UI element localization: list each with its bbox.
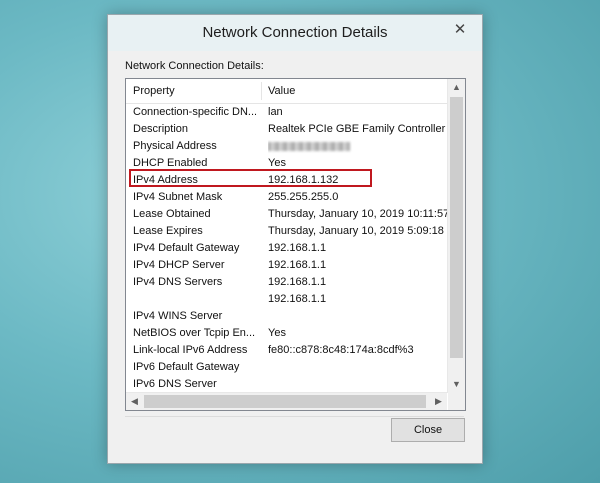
table-row[interactable]: Connection-specific DN... lan [126,104,447,121]
table-row[interactable]: Physical Address [126,138,447,155]
network-connection-details-dialog: Network Connection Details ✕ Network Con… [107,14,483,464]
value-cell: 192.168.1.1 [268,276,327,288]
table-row[interactable]: IPv4 Subnet Mask 255.255.255.0 [126,189,447,206]
property-cell: Link-local IPv6 Address [133,344,248,356]
scroll-down-icon[interactable]: ▼ [448,376,465,393]
property-cell: IPv4 Default Gateway [133,242,240,254]
table-row[interactable]: Description Realtek PCIe GBE Family Contr… [126,121,447,138]
property-cell: Description [133,123,189,135]
details-list-content: Property Value Connection-specific DN...… [126,79,447,393]
table-row[interactable]: IPv6 DNS Server [126,376,447,393]
table-row[interactable]: Lease Obtained Thursday, January 10, 2019… [126,206,447,223]
title-bar: Network Connection Details ✕ [108,15,482,51]
value-cell: 192.168.1.1 [268,259,327,271]
scroll-left-icon[interactable]: ◀ [126,393,143,410]
value-cell: Thursday, January 10, 2019 5:09:18 P [268,225,447,237]
value-cell: Realtek PCIe GBE Family Controller [268,123,446,135]
vertical-scroll-thumb[interactable] [450,97,463,358]
property-cell: Physical Address [133,140,217,152]
details-group-label: Network Connection Details: [125,60,264,72]
value-cell: Yes [268,327,286,339]
vertical-scrollbar[interactable]: ▲ ▼ [447,79,465,393]
column-header-value[interactable]: Value [268,85,295,97]
horizontal-scroll-thumb[interactable] [144,395,426,408]
value-cell: fe80::c878:8c48:174a:8cdf%3 [268,344,414,356]
table-row[interactable]: Link-local IPv6 Address fe80::c878:8c48:1… [126,342,447,359]
redaction-blur [268,142,350,151]
table-row[interactable]: IPv6 Default Gateway [126,359,447,376]
column-divider[interactable] [261,82,262,100]
property-cell: NetBIOS over Tcpip En... [133,327,256,339]
physical-address-redacted [268,140,447,154]
property-cell: Lease Expires [133,225,203,237]
property-cell: Connection-specific DN... [133,106,256,118]
table-row[interactable]: IPv4 WINS Server [126,308,447,325]
table-row[interactable]: IPv4 DNS Servers 192.168.1.1 [126,274,447,291]
scroll-up-icon[interactable]: ▲ [448,79,465,96]
value-cell: Thursday, January 10, 2019 10:11:57 [268,208,447,220]
property-cell: IPv6 Default Gateway [133,361,240,373]
details-list-view[interactable]: Property Value Connection-specific DN...… [125,78,466,411]
table-row[interactable]: IPv4 Default Gateway 192.168.1.1 [126,240,447,257]
property-cell: Lease Obtained [133,208,211,220]
table-row[interactable]: Lease Expires Thursday, January 10, 2019 … [126,223,447,240]
value-cell: 192.168.1.1 [268,293,327,305]
dialog-title: Network Connection Details [202,24,388,41]
value-cell: lan [268,106,283,118]
column-header-property[interactable]: Property [133,85,175,97]
property-cell: IPv4 WINS Server [133,310,223,322]
property-cell: IPv4 DNS Servers [133,276,223,288]
property-cell: IPv6 DNS Server [133,378,217,390]
scroll-right-icon[interactable]: ▶ [430,393,447,410]
value-cell: Yes [268,157,286,169]
value-cell: 192.168.1.1 [268,242,327,254]
divider [125,416,464,417]
table-row[interactable]: NetBIOS over Tcpip En... Yes [126,325,447,342]
horizontal-scrollbar[interactable]: ◀ ▶ [126,392,447,410]
scrollbar-corner [448,393,465,410]
property-cell: IPv4 DHCP Server [133,259,225,271]
table-row[interactable]: IPv4 DHCP Server 192.168.1.1 [126,257,447,274]
ipv4-address-highlight [129,169,372,187]
value-cell: 255.255.255.0 [268,191,339,203]
close-icon[interactable]: ✕ [445,19,475,41]
close-button[interactable]: Close [391,418,465,442]
property-cell: DHCP Enabled [133,157,208,169]
property-cell: IPv4 Subnet Mask [133,191,223,203]
list-header: Property Value [126,79,447,104]
table-row[interactable]: 192.168.1.1 [126,291,447,308]
